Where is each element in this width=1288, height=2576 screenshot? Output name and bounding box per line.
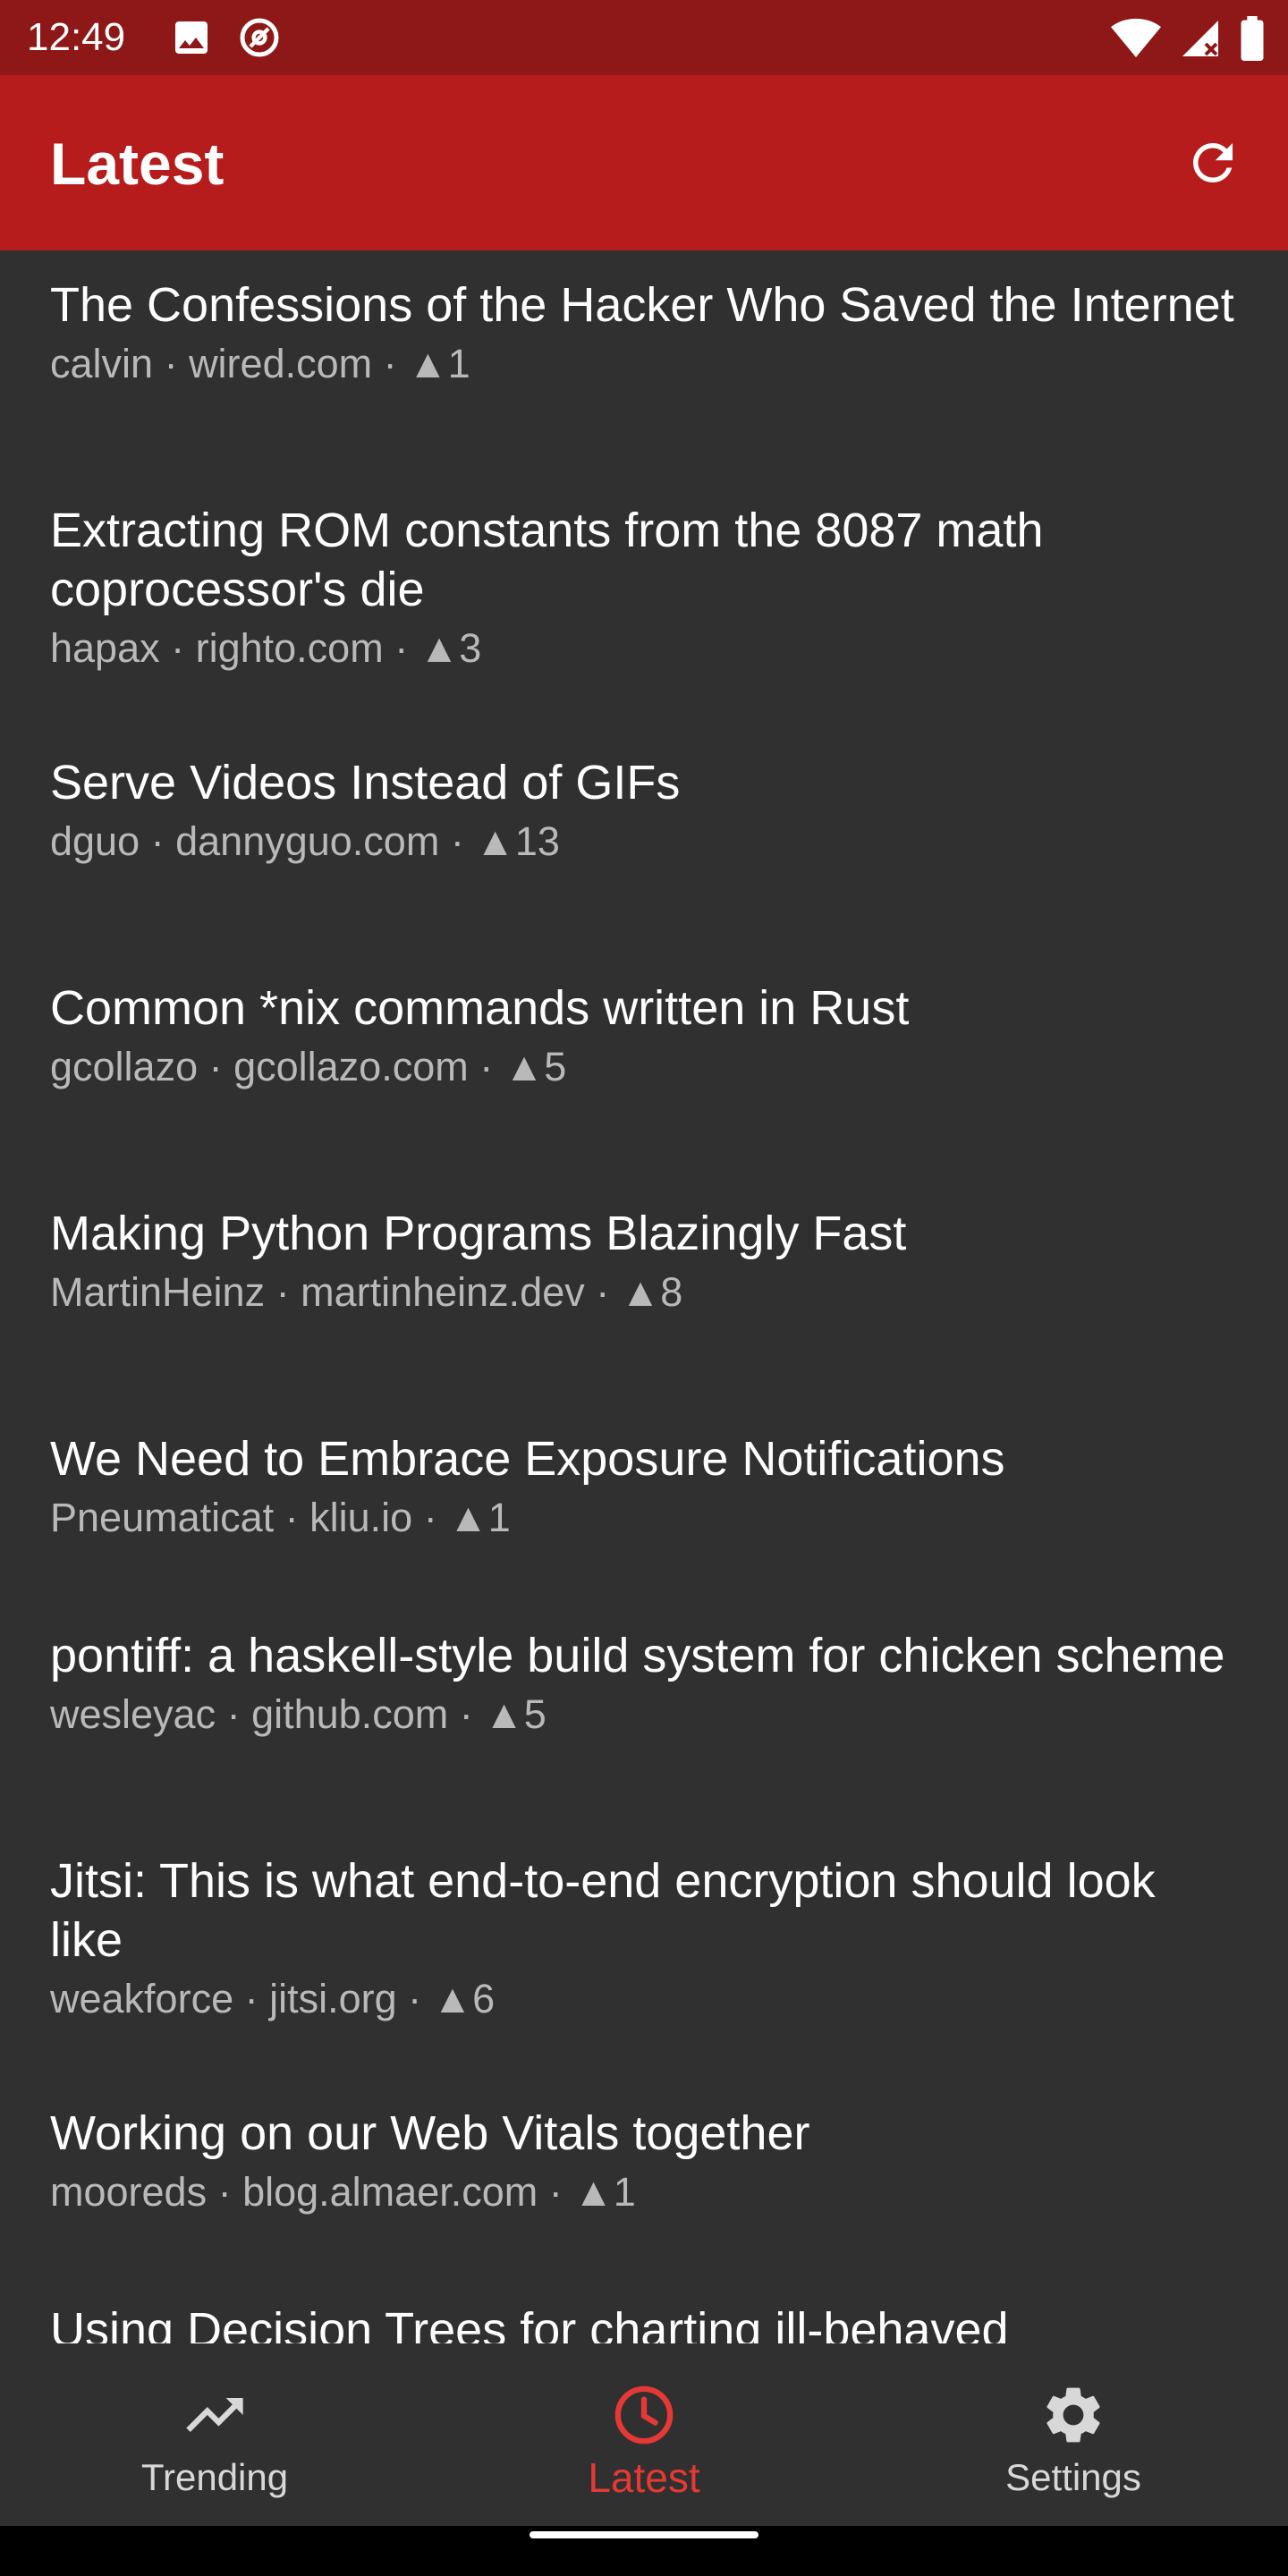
nav-item-latest[interactable]: Latest [429, 2343, 859, 2526]
nav-label-latest: Latest [588, 2454, 700, 2501]
nav-item-trending[interactable]: Trending [0, 2343, 429, 2526]
status-system-icons [1111, 16, 1265, 65]
story-title: Using Decision Trees for charting ill-be… [50, 2303, 1009, 2343]
list-item[interactable]: Using Decision Trees for charting ill-be… [50, 2301, 1240, 2343]
gear-icon [1039, 2381, 1107, 2449]
list-item[interactable]: Working on our Web Vitals together moore… [50, 2104, 1240, 2218]
bottom-navigation: Trending Latest Settings [0, 2343, 1288, 2526]
page-title: Latest [50, 131, 225, 197]
story-meta: MartinHeinz · martinheinz.dev · ▲8 [50, 1269, 683, 1315]
story-title: Common *nix commands written in Rust [50, 981, 910, 1035]
status-notification-icons [170, 16, 281, 64]
story-meta: mooreds · blog.almaer.com · ▲1 [50, 2169, 636, 2215]
list-item[interactable]: Serve Videos Instead of GIFs dguo · dann… [50, 753, 1240, 868]
story-meta: weakforce · jitsi.org · ▲6 [50, 1976, 496, 2021]
battery-icon [1240, 16, 1265, 65]
wifi-icon [1111, 17, 1161, 64]
refresh-button[interactable] [1179, 129, 1247, 197]
story-title: Serve Videos Instead of GIFs [50, 756, 681, 809]
list-item[interactable]: We Need to Embrace Exposure Notification… [50, 1429, 1240, 1544]
nav-label-trending: Trending [140, 2456, 289, 2498]
story-title: Working on our Web Vitals together [50, 2106, 810, 2160]
story-meta: wesleyac · github.com · ▲5 [50, 1691, 547, 1737]
story-meta: Pneumaticat · kliu.io · ▲1 [50, 1495, 511, 1540]
story-list[interactable]: The Confessions of the Hacker Who Saved … [0, 250, 1288, 2343]
vpn-at-icon [238, 16, 281, 64]
story-title: Jitsi: This is what end-to-end encryptio… [50, 1854, 1156, 1967]
story-title: The Confessions of the Hacker Who Saved … [50, 278, 1234, 332]
story-meta: hapax · righto.com · ▲3 [50, 625, 482, 671]
story-meta: calvin · wired.com · ▲1 [50, 341, 470, 386]
list-item[interactable]: Jitsi: This is what end-to-end encryptio… [50, 1852, 1240, 2025]
signal-icon [1179, 17, 1222, 64]
trending-up-icon [181, 2381, 249, 2449]
story-title: Making Python Programs Blazingly Fast [50, 1207, 907, 1260]
story-title: We Need to Embrace Exposure Notification… [50, 1432, 1005, 1486]
home-gesture-handle[interactable] [530, 2531, 758, 2538]
refresh-icon [1193, 143, 1233, 182]
gesture-bar [0, 2526, 1288, 2576]
status-bar: 12:49 [0, 0, 1288, 75]
list-item[interactable]: Common *nix commands written in Rust gco… [50, 979, 1240, 1093]
list-item[interactable]: The Confessions of the Hacker Who Saved … [50, 275, 1240, 390]
clock-icon [610, 2381, 678, 2449]
app-bar: Latest [0, 75, 1288, 250]
list-item[interactable]: Making Python Programs Blazingly Fast Ma… [50, 1204, 1240, 1318]
status-time: 12:49 [27, 15, 126, 59]
list-item[interactable]: pontiff: a haskell-style build system fo… [50, 1626, 1240, 1741]
story-meta: dguo · dannyguo.com · ▲13 [50, 818, 560, 864]
nav-item-settings[interactable]: Settings [859, 2343, 1288, 2526]
nav-label-settings: Settings [1005, 2456, 1141, 2498]
story-meta: gcollazo · gcollazo.com · ▲5 [50, 1044, 567, 1089]
story-title: pontiff: a haskell-style build system fo… [50, 1629, 1225, 1682]
image-icon [170, 16, 213, 64]
list-item[interactable]: Extracting ROM constants from the 8087 m… [50, 501, 1240, 674]
story-title: Extracting ROM constants from the 8087 m… [50, 504, 1044, 616]
